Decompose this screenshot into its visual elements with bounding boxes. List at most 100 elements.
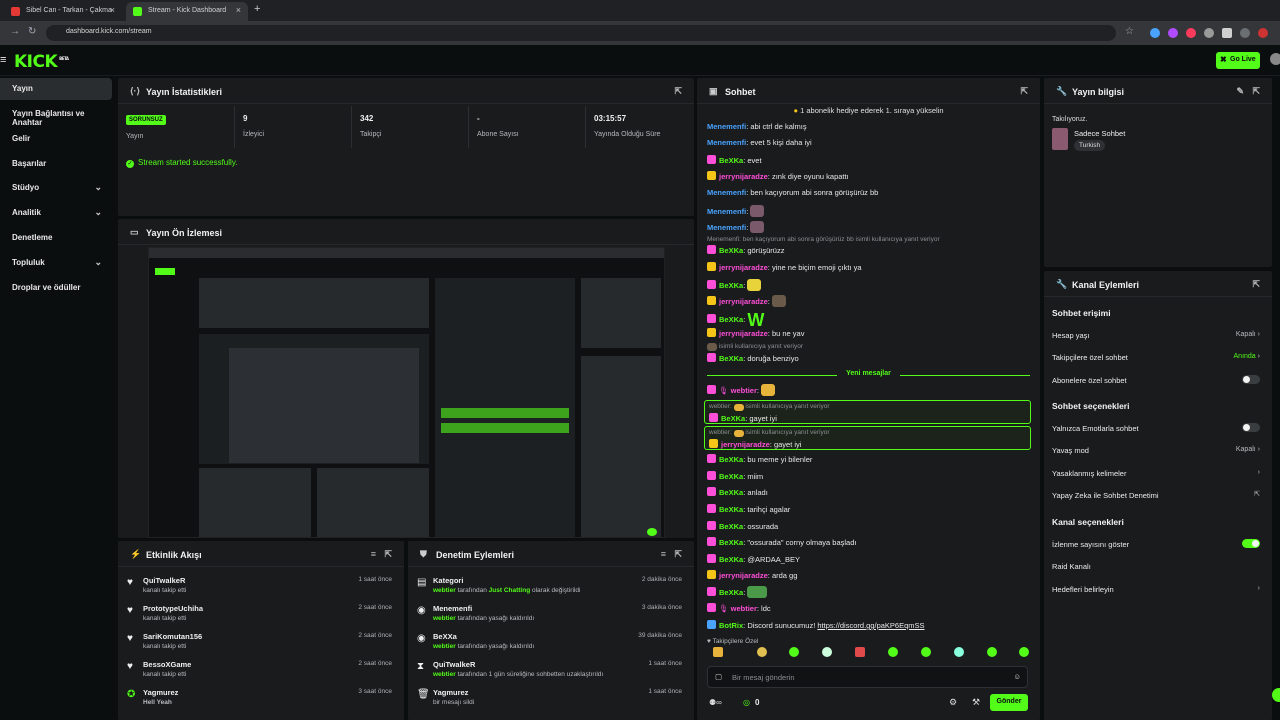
points-count: 0 [755, 698, 760, 707]
extensions-puzzle-icon[interactable] [1222, 28, 1232, 38]
forward-icon[interactable]: → [10, 26, 20, 37]
new-tab-button[interactable]: + [254, 3, 260, 15]
chevron-right-icon[interactable]: › [1258, 469, 1260, 476]
slow-mode-value[interactable]: Kapalı › [1236, 446, 1260, 453]
subs-only-toggle[interactable] [1242, 375, 1260, 384]
badge-icon [707, 296, 716, 305]
activity-feed-panel: ⚡ Etkinlik Akışı ≡ ⇱ ♥ QuiTwalkeR kanalı… [118, 541, 404, 720]
emote-icon[interactable] [987, 647, 997, 657]
filter-icon[interactable]: ≡ [661, 549, 666, 559]
address-bar-row: → ↻ dashboard.kick.com/stream ☆ [0, 21, 1280, 45]
emote-icon[interactable] [822, 647, 832, 657]
emote-icon[interactable] [757, 647, 767, 657]
sidebar-item-community[interactable]: Topluluk ⌄ [0, 252, 112, 274]
sidebar-item-studio[interactable]: Stüdyo ⌄ [0, 177, 112, 199]
reload-icon[interactable]: ↻ [28, 26, 36, 37]
emotes-only-label: Yalnızca Emotlarla sohbet [1052, 424, 1139, 433]
raid-channel-label[interactable]: Raid Kanalı [1052, 562, 1091, 571]
gift-icon: ● [793, 106, 798, 115]
check-circle-icon: ✓ [126, 160, 134, 168]
followers-only-value[interactable]: Anında › [1234, 353, 1260, 360]
filter-icon[interactable]: ≡ [371, 549, 376, 559]
sidebar-item-drops[interactable]: Droplar ve ödüller [0, 277, 112, 299]
badge-icon [707, 280, 716, 289]
emote-icon[interactable] [855, 647, 865, 657]
popout-icon[interactable]: ⇱ [674, 549, 682, 560]
sidebar-item-yayin[interactable]: Yayın [0, 78, 112, 100]
banned-words-label[interactable]: Yasaklanmış kelimeler [1052, 469, 1126, 478]
heart-icon: ♥ [127, 605, 133, 616]
set-goals-label[interactable]: Hedefleri belirleyin [1052, 585, 1114, 594]
bot-badge-icon [707, 620, 716, 629]
mod-tools-icon[interactable]: ⚒ [972, 697, 980, 708]
gear-icon[interactable]: ⚙ [949, 697, 957, 708]
tab-title: Stream - Kick Dashboard [148, 7, 227, 14]
ai-moderation-label[interactable]: Yapay Zeka ile Sohbet Denetimi [1052, 491, 1159, 500]
popout-icon[interactable]: ⇱ [1252, 279, 1260, 290]
emotes-only-toggle[interactable] [1242, 423, 1260, 432]
sidebar-item-moderation[interactable]: Denetleme [0, 227, 112, 249]
language-tag: Turkish [1074, 140, 1106, 151]
user-settings-icon[interactable]: ⚉∞ [709, 698, 722, 707]
emote-icon[interactable] [888, 647, 898, 657]
viewer-count-toggle[interactable] [1242, 539, 1260, 548]
tab-search-icon[interactable] [1240, 28, 1250, 38]
sidebar-item-analytics[interactable]: Analitik ⌄ [0, 202, 112, 224]
go-live-button[interactable]: ✖ Go Live [1216, 52, 1260, 69]
moderation-row: ⧗ QuiTwalkeR webtier tarafından 1 gün sü… [417, 660, 682, 678]
menu-icon[interactable]: ≡ [0, 54, 6, 66]
sidebar-item-achievements[interactable]: Başarılar [0, 153, 112, 175]
kick-logo[interactable]: KICK BETA [14, 52, 69, 72]
popout-icon[interactable]: ⇱ [384, 549, 392, 560]
extension-icon[interactable] [1186, 28, 1196, 38]
emote-icon[interactable] [713, 647, 723, 657]
popout-icon[interactable]: ⇱ [1020, 86, 1028, 97]
chat-message-input[interactable]: ▢ Bir mesaj gönderin ☺ [707, 666, 1028, 688]
stream-preview-video[interactable] [148, 247, 665, 538]
emote-icon[interactable] [954, 647, 964, 657]
moderation-row: 🗑 Yagmurez bir mesajı sildi 1 saat önce [417, 688, 682, 706]
moderation-row: ◉ BeXXa webtier tarafından yasağı kaldır… [417, 632, 682, 650]
extension-icon[interactable] [1204, 28, 1214, 38]
heart-icon: ♥ [127, 633, 133, 644]
stream-stats-panel: ⟨·⟩ Yayın İstatistikleri ⇱ SORUNSUZ Yayı… [118, 78, 694, 216]
success-message: ✓ Stream started successfully. [126, 158, 238, 168]
badge-icon [709, 439, 718, 448]
stat-uptime: 03:15:57 Yayında Olduğu Süre [594, 114, 661, 138]
browser-tab-music[interactable]: Sibel Can - Tarkan - Çakma × [4, 2, 122, 21]
edit-icon[interactable]: ✎ [1236, 86, 1244, 97]
sidebar-item-revenue[interactable]: Gelir [0, 128, 112, 150]
close-tab-icon[interactable]: × [236, 5, 241, 15]
profile-avatar-icon[interactable] [1258, 28, 1268, 38]
browser-tab-kick[interactable]: Stream - Kick Dashboard × [126, 2, 248, 21]
category-name[interactable]: Sadece Sohbet [1074, 129, 1125, 138]
emote-icon[interactable] [789, 647, 799, 657]
pinned-gift-message[interactable]: ● 1 abonelik hediye ederek 1. sıraya yük… [697, 106, 1040, 115]
help-chat-button[interactable] [1272, 688, 1280, 702]
avatar[interactable] [1270, 53, 1280, 65]
extension-icon[interactable] [1150, 28, 1160, 38]
emoji-icon: ☺ [1013, 672, 1021, 681]
discord-link[interactable]: https://discord.gg/paKP6EqmSS [817, 621, 924, 630]
popout-icon[interactable]: ⇱ [674, 86, 682, 97]
badge-icon [707, 314, 716, 323]
url-field[interactable]: dashboard.kick.com/stream [46, 25, 1116, 41]
extension-icon[interactable] [1168, 28, 1178, 38]
sidebar-item-stream-key[interactable]: Yayın Bağlantısı ve Anahtar [0, 103, 112, 127]
chat-message: BeXKa: tarihçi agalar [707, 504, 1030, 514]
send-button[interactable]: Gönder [990, 694, 1028, 711]
popout-icon[interactable]: ⇱ [1252, 86, 1260, 97]
account-age-value[interactable]: Kapalı › [1236, 331, 1260, 338]
chevron-right-icon[interactable]: › [1258, 585, 1260, 592]
close-tab-icon[interactable]: × [110, 5, 115, 15]
heart-icon: ♥ [127, 577, 133, 588]
hourglass-icon: ⧗ [417, 661, 425, 672]
emote-icon [771, 295, 786, 307]
chat-message: BeXKa: görüşürüzz [707, 245, 1030, 255]
emote-icon[interactable] [921, 647, 931, 657]
external-link-icon[interactable]: ⇱ [1254, 490, 1260, 498]
emote-icon[interactable] [1019, 647, 1029, 657]
bookmark-star-icon[interactable]: ☆ [1125, 26, 1134, 37]
badge-icon [709, 413, 718, 422]
section-chat-options: Sohbet seçenekleri [1052, 401, 1130, 411]
